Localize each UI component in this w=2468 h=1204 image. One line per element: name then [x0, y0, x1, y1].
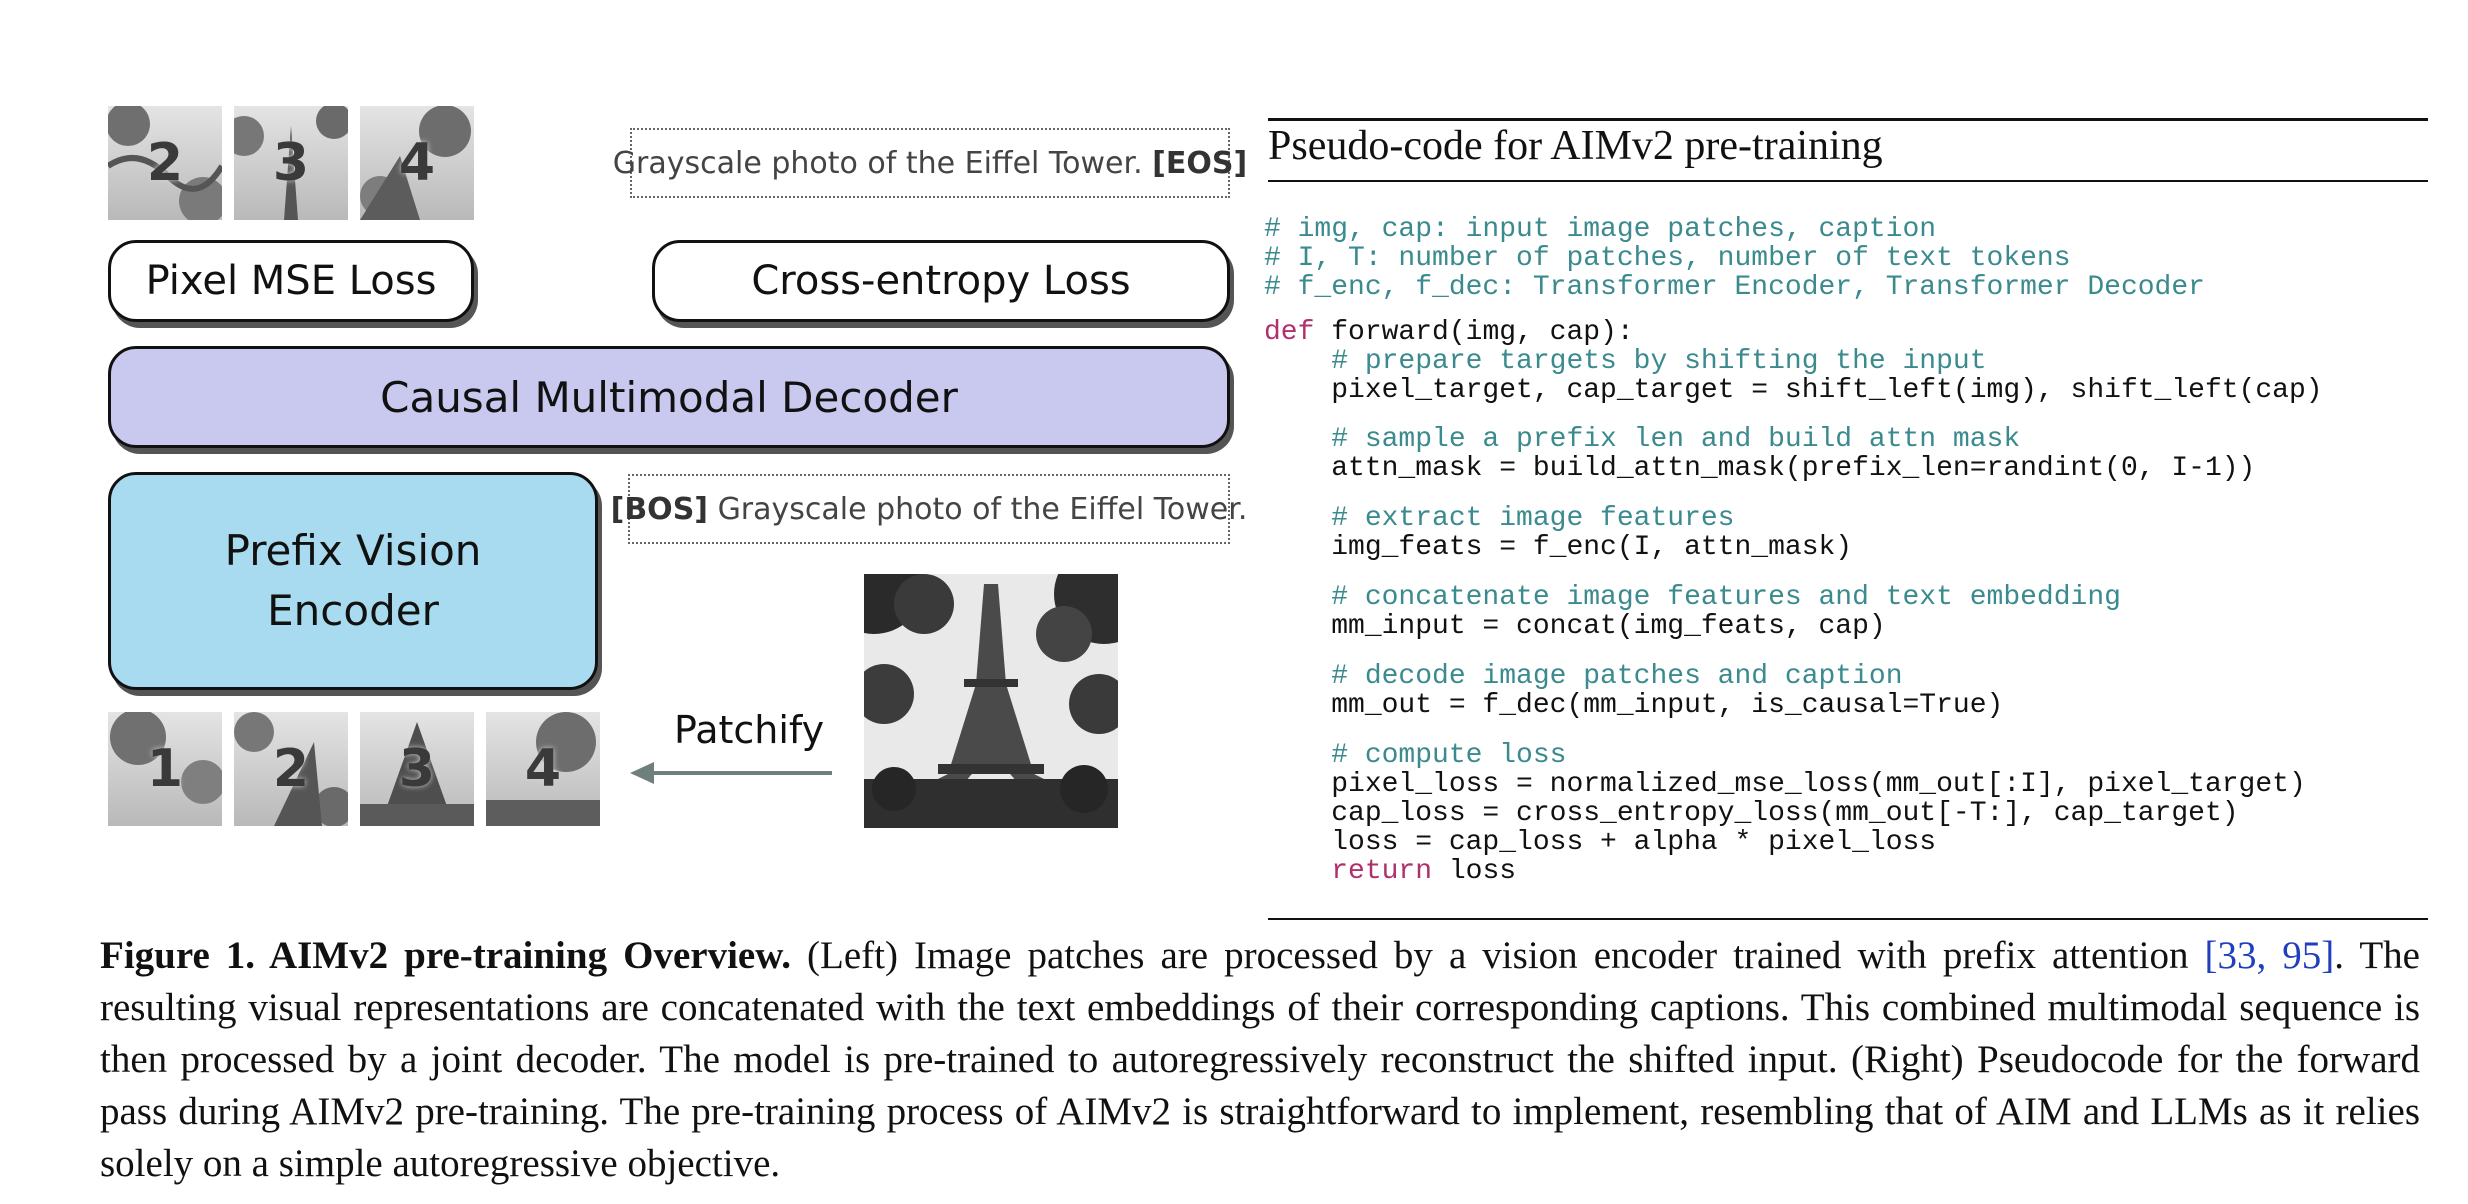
- code-comment: # extract image features: [1264, 503, 1735, 534]
- code-comment: # I, T: number of patches, number of tex…: [1264, 243, 2071, 274]
- image-patch: 3: [360, 712, 474, 826]
- figure-caption: Figure 1. AIMv2 pre-training Overview. (…: [100, 934, 2420, 1185]
- input-patches: 1 2 3 4: [108, 712, 600, 826]
- code-line: loss = cap_loss + alpha * pixel_loss: [1264, 827, 1937, 858]
- image-patch: 2: [234, 712, 348, 826]
- image-patch: 4: [486, 712, 600, 826]
- code-line: cap_loss = cross_entropy_loss(mm_out[-T:…: [1264, 798, 2239, 829]
- code-comment: # concatenate image features and text em…: [1264, 582, 2121, 613]
- code-comment: # f_enc, f_dec: Transformer Encoder, Tra…: [1264, 272, 2205, 303]
- code-line-return: return loss: [1264, 856, 1517, 887]
- code-line: mm_out = f_dec(mm_input, is_causal=True): [1264, 690, 2004, 721]
- causal-multimodal-decoder-box: Causal Multimodal Decoder: [108, 346, 1230, 448]
- code-comment: # sample a prefix len and build attn mas…: [1264, 424, 2021, 455]
- patchify-label: Patchify: [674, 708, 825, 752]
- code-comment: # decode image patches and caption: [1264, 661, 1903, 692]
- top-rule: [1268, 118, 2428, 121]
- input-caption: [BOS] Grayscale photo of the Eiffel Towe…: [611, 474, 1247, 544]
- code-line: pixel_loss = normalized_mse_loss(mm_out[…: [1264, 769, 2306, 800]
- code-comment: # prepare targets by shifting the input: [1264, 346, 1987, 377]
- code-comment: # img, cap: input image patches, caption: [1264, 214, 1937, 245]
- code-line: img_feats = f_enc(I, attn_mask): [1264, 532, 1853, 563]
- image-patch: 1: [108, 712, 222, 826]
- patchify-arrow: [630, 762, 832, 784]
- code-line-def: def forward(img, cap):: [1264, 317, 1634, 348]
- image-patch: 2: [108, 106, 222, 220]
- code-comment: # compute loss: [1264, 740, 1567, 771]
- target-patches: 2 3 4: [108, 106, 474, 220]
- pseudocode-title: Pseudo-code for AIMv2 pre-training: [1268, 123, 1883, 169]
- code-line: pixel_target, cap_target = shift_left(im…: [1264, 375, 2323, 406]
- cross-entropy-loss-box: Cross-entropy Loss: [652, 240, 1230, 322]
- eiffel-tower-photo: [864, 574, 1118, 828]
- pixel-mse-loss-box: Pixel MSE Loss: [108, 240, 474, 322]
- bottom-rule: [1268, 918, 2428, 920]
- output-caption: Grayscale photo of the Eiffel Tower. [EO…: [613, 128, 1247, 198]
- code-line: attn_mask = build_attn_mask(prefix_len=r…: [1264, 453, 2256, 484]
- figure-label: Figure 1. AIMv2 pre-training Overview.: [100, 934, 791, 977]
- code-line: mm_input = concat(img_feats, cap): [1264, 611, 1886, 642]
- title-rule: [1268, 180, 2428, 182]
- prefix-vision-encoder-box: Prefix Vision Encoder: [108, 472, 598, 690]
- citation-link[interactable]: [33, 95]: [2205, 934, 2335, 977]
- image-patch: 3: [234, 106, 348, 220]
- image-patch: 4: [360, 106, 474, 220]
